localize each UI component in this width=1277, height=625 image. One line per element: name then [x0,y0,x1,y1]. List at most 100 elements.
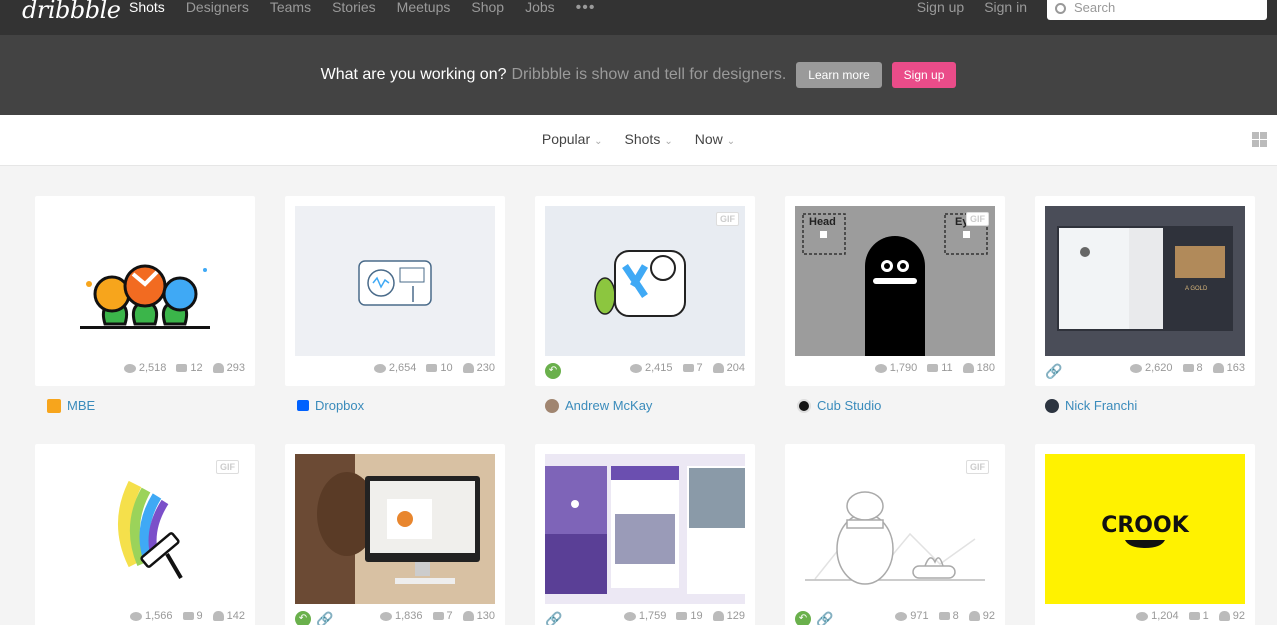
shot-badges: ↶ 🔗 [795,611,833,625]
banner-signup-button[interactable]: Sign up [891,62,957,88]
heart-icon[interactable] [1212,363,1224,373]
views-count: 1,204 [1151,610,1179,622]
learn-more-button[interactable]: Learn more [796,62,882,88]
nav-teams[interactable]: Teams [270,0,311,16]
shot-thumbnail[interactable]: CROOK [1045,454,1245,604]
nav-stories[interactable]: Stories [332,0,376,16]
shot-badges: 🔗 [545,611,562,625]
heart-icon[interactable] [962,363,974,373]
shot-thumbnail[interactable] [295,454,495,604]
desk-photo [295,454,495,604]
shot-card[interactable]: 🔗 1,759 19 129 [535,444,755,625]
comments-count: 7 [446,610,453,622]
eye-icon [373,363,386,373]
rebound-icon[interactable]: ↶ [545,363,561,379]
shot-stats: 971 8 92 [895,610,995,622]
shot-card[interactable]: ↶ 🔗 1,836 7 130 [285,444,505,625]
nav-designers[interactable]: Designers [186,0,249,16]
heart-icon[interactable] [462,363,474,373]
radio-illustration [358,260,432,306]
shot-thumbnail[interactable] [545,454,745,604]
shot-card[interactable]: Head Ey GIF 1,790 11 180 [785,196,1005,386]
avatar [47,398,61,413]
grid-view-icon[interactable] [1252,132,1267,147]
shot-thumbnail[interactable]: Head Ey [795,206,995,356]
gif-badge: GIF [716,212,739,226]
attachment-icon[interactable]: 🔗 [816,611,833,625]
comments-count: 1 [1202,610,1209,622]
shot-owner[interactable]: Andrew McKay [545,398,652,413]
nav-jobs[interactable]: Jobs [525,0,555,16]
heart-icon[interactable] [462,611,474,621]
shot-card[interactable]: A GOLD 🔗 2,620 8 163 [1035,196,1255,386]
more-icon[interactable]: ••• [576,0,596,16]
banner-tagline: Dribbble is show and tell for designers. [511,66,787,83]
heart-icon[interactable] [968,611,980,621]
filter-bar: Popular ⌄ Shots ⌄ Now ⌄ [0,115,1277,166]
main-nav: Shots Designers Teams Stories Meetups Sh… [129,0,616,16]
dribbble-logo[interactable]: dribbble [22,0,121,24]
nav-meetups[interactable]: Meetups [397,0,451,16]
nav-shop[interactable]: Shop [471,0,504,16]
shot-thumbnail[interactable]: A GOLD [1045,206,1245,356]
shot-owner[interactable]: Nick Franchi [1045,398,1137,413]
shot-thumbnail[interactable] [545,206,745,356]
comments-count: 10 [440,362,453,374]
heart-icon[interactable] [712,363,724,373]
gif-badge: GIF [966,460,989,474]
search-placeholder: Search [1074,0,1116,15]
views-count: 971 [910,610,929,622]
owner-name[interactable]: Andrew McKay [565,398,652,413]
shot-card[interactable]: CROOK 1,204 1 92 [1035,444,1255,625]
chevron-down-icon: ⌄ [664,136,673,147]
app-icon-illustration [594,250,686,317]
banner-question: What are you working on? [320,66,507,83]
rebound-icon[interactable]: ↶ [795,611,811,625]
owner-name[interactable]: Dropbox [315,398,364,413]
comment-icon [927,364,939,372]
comment-icon [182,612,194,620]
heart-icon[interactable] [712,611,724,621]
sort-dropdown[interactable]: Popular ⌄ [542,131,603,147]
shot-card[interactable]: GIF ↶ 🔗 971 8 92 [785,444,1005,625]
shot-thumbnail[interactable] [295,206,495,356]
time-dropdown[interactable]: Now ⌄ [695,131,735,147]
heart-icon[interactable] [212,611,224,621]
shot-card[interactable]: 2,518 12 293 [35,196,255,386]
search-input[interactable]: Search [1047,0,1267,20]
head-label: Head [809,216,836,228]
gif-badge: GIF [216,460,239,474]
shot-card[interactable]: GIF 1,566 9 142 [35,444,255,625]
attachment-icon[interactable]: 🔗 [316,611,333,625]
owner-name[interactable]: Nick Franchi [1065,398,1137,413]
chevron-down-icon: ⌄ [726,136,736,147]
web-mockup-illustration: A GOLD [1057,226,1233,331]
attachment-icon[interactable]: 🔗 [1045,363,1062,379]
owner-name[interactable]: MBE [67,398,95,413]
tulips-illustration [80,264,210,329]
heart-icon[interactable] [1218,611,1230,621]
shot-stats: 2,620 8 163 [1129,362,1245,374]
attachment-icon[interactable]: 🔗 [545,611,562,625]
nav-shots[interactable]: Shots [129,0,165,16]
signin-link[interactable]: Sign in [984,0,1027,15]
signup-link[interactable]: Sign up [917,0,964,15]
shot-owner[interactable]: Cub Studio [797,398,881,413]
shot-thumbnail[interactable] [45,454,245,604]
search-icon [1055,2,1066,14]
shot-card[interactable]: 2,654 10 230 [285,196,505,386]
avatar [545,398,559,413]
shot-thumbnail[interactable] [795,454,995,604]
shot-card[interactable]: GIF ↶ 2,415 7 204 [535,196,755,386]
owner-name[interactable]: Cub Studio [817,398,881,413]
shot-thumbnail[interactable] [45,206,245,356]
shot-stats: 1,836 7 130 [379,610,495,622]
shot-owner[interactable]: MBE [47,398,95,413]
views-count: 2,415 [644,362,673,374]
type-dropdown[interactable]: Shots ⌄ [625,131,673,147]
eye-icon [623,611,636,621]
rebound-icon[interactable]: ↶ [295,611,311,625]
heart-icon[interactable] [212,363,224,373]
likes-count: 204 [726,362,745,374]
shot-owner[interactable]: Dropbox [297,398,364,413]
